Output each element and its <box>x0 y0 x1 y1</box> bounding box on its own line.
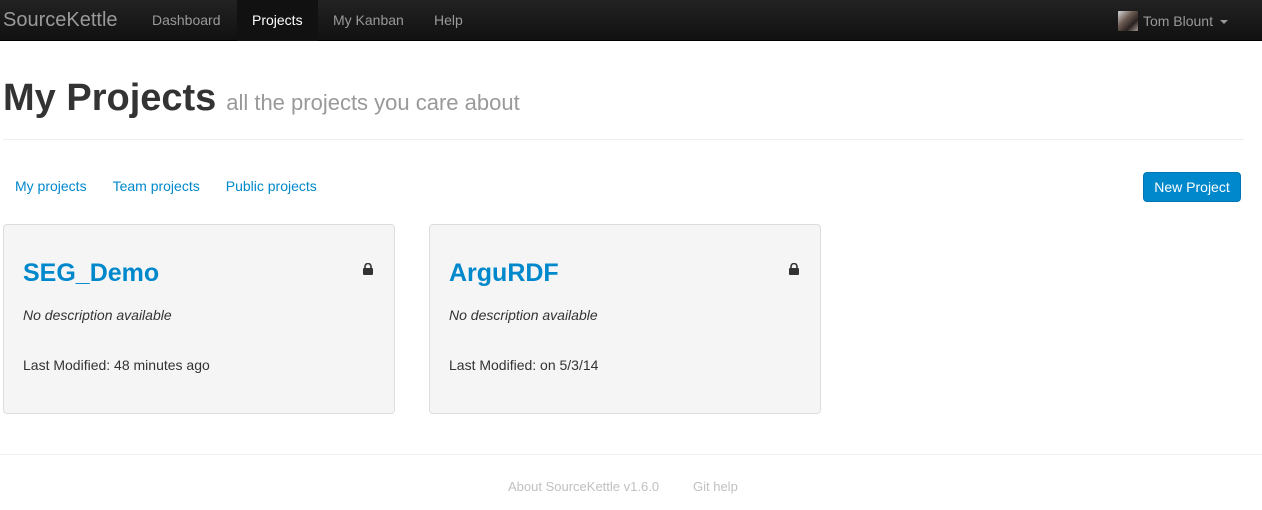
project-description: No description available <box>23 307 172 323</box>
project-card: SEG_Demo No description available Last M… <box>3 224 395 414</box>
project-title-link[interactable]: SEG_Demo <box>23 259 159 288</box>
project-title-link[interactable]: ArguRDF <box>449 259 559 288</box>
caret-down-icon <box>1220 19 1228 24</box>
lock-icon <box>789 263 799 275</box>
new-project-button[interactable]: New Project <box>1143 172 1241 202</box>
nav-projects[interactable]: Projects <box>237 0 318 41</box>
user-avatar-icon <box>1117 10 1138 31</box>
tab-my-projects[interactable]: My projects <box>15 178 87 194</box>
nav-dashboard[interactable]: Dashboard <box>137 0 236 41</box>
nav-help[interactable]: Help <box>419 0 478 41</box>
footer-divider <box>0 454 1262 455</box>
page-header: My Projects all the projects you care ab… <box>3 76 1244 140</box>
project-last-modified: Last Modified: on 5/3/14 <box>449 357 599 373</box>
footer-git-help-link[interactable]: Git help <box>693 479 738 494</box>
tab-public-projects[interactable]: Public projects <box>226 178 317 194</box>
lock-icon <box>363 263 373 275</box>
tab-team-projects[interactable]: Team projects <box>113 178 200 194</box>
project-description: No description available <box>449 307 598 323</box>
footer-about-link[interactable]: About SourceKettle v1.6.0 <box>508 479 659 494</box>
top-navbar: SourceKettle Dashboard Projects My Kanba… <box>0 0 1262 41</box>
project-last-modified: Last Modified: 48 minutes ago <box>23 357 210 373</box>
project-card: ArguRDF No description available Last Mo… <box>429 224 821 414</box>
user-name: Tom Blount <box>1142 12 1213 29</box>
user-menu[interactable]: Tom Blount <box>1117 0 1228 41</box>
page-title: My Projects <box>3 77 217 119</box>
nav-my-kanban[interactable]: My Kanban <box>318 0 419 41</box>
brand-logo[interactable]: SourceKettle <box>3 9 118 32</box>
project-filter-tabs: My projects Team projects Public project… <box>15 178 343 194</box>
page-subtitle: all the projects you care about <box>226 90 520 115</box>
